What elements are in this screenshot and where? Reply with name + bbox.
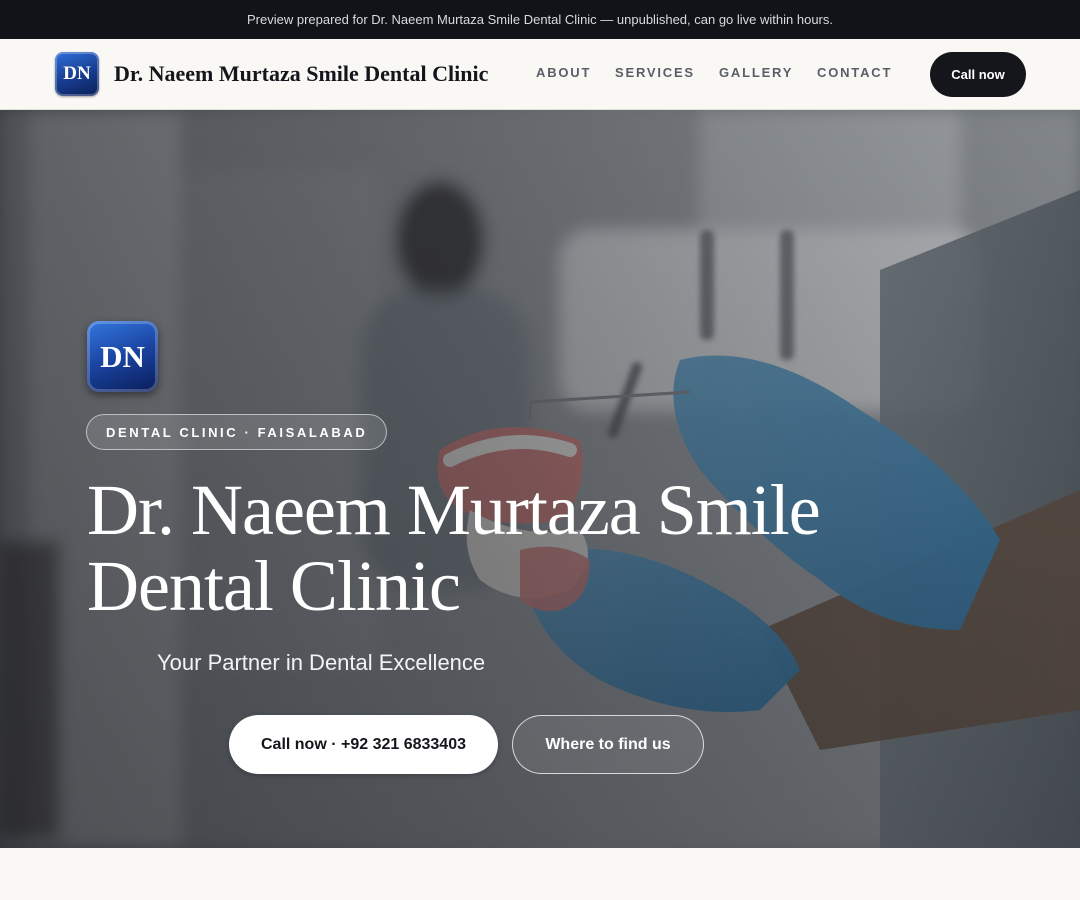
- site-header: DN Dr. Naeem Murtaza Smile Dental Clinic…: [0, 39, 1080, 110]
- dn-monogram-icon: DN: [87, 321, 158, 392]
- hero-title-line1: Dr. Naeem Murtaza Smile: [87, 470, 821, 550]
- hero-location-tag: DENTAL CLINIC · FAISALABAD: [86, 414, 388, 450]
- hero-title: Dr. Naeem Murtaza Smile Dental Clinic: [87, 472, 887, 624]
- hero-section: DN DENTAL CLINIC · FAISALABAD Dr. Naeem …: [0, 110, 1080, 848]
- preview-banner: Preview prepared for Dr. Naeem Murtaza S…: [0, 0, 1080, 39]
- next-section-start: [0, 848, 1080, 900]
- nav-contact[interactable]: CONTACT: [817, 65, 892, 80]
- hero-find-us-button[interactable]: Where to find us: [512, 715, 704, 774]
- hero-logo-initials: DN: [100, 338, 145, 374]
- hero-call-button[interactable]: Call now · +92 321 6833403: [229, 715, 498, 774]
- brand-name[interactable]: Dr. Naeem Murtaza Smile Dental Clinic: [114, 61, 488, 87]
- logo-initials: DN: [63, 63, 91, 84]
- hero-title-line2: Dental Clinic: [87, 546, 461, 626]
- dn-monogram-icon[interactable]: DN: [55, 52, 99, 96]
- nav-gallery[interactable]: GALLERY: [719, 65, 793, 80]
- nav-services[interactable]: SERVICES: [615, 65, 695, 80]
- nav-about[interactable]: ABOUT: [536, 65, 591, 80]
- hero-subtitle: Your Partner in Dental Excellence: [157, 650, 486, 675]
- header-call-button[interactable]: Call now: [930, 52, 1026, 97]
- preview-banner-text: Preview prepared for Dr. Naeem Murtaza S…: [247, 12, 833, 27]
